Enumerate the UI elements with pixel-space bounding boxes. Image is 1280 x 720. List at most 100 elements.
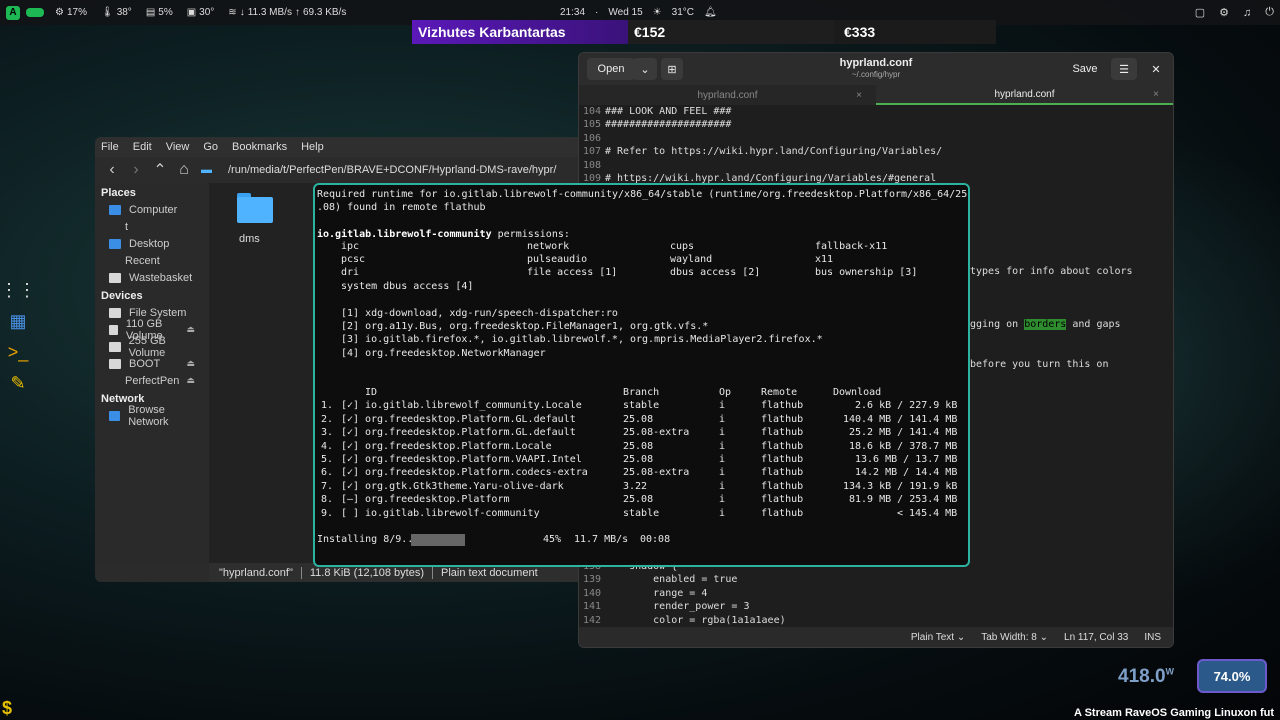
close-icon[interactable]: × xyxy=(856,90,862,101)
folder-icon[interactable] xyxy=(237,193,273,223)
perm-cell: wayland xyxy=(670,254,713,265)
sidebar-item-boot[interactable]: BOOT ⏏ xyxy=(95,355,209,372)
cursor-position[interactable]: Ln 117, Col 33 xyxy=(1064,632,1128,643)
cell-op: i xyxy=(719,454,726,465)
back-arrow-icon[interactable]: ‹ xyxy=(105,161,119,179)
terminal-line: Required runtime for io.gitlab.librewolf… xyxy=(317,189,968,200)
arch-logo-icon[interactable]: A xyxy=(6,5,20,20)
cell-dl: 18.6 kB / 378.7 MB xyxy=(849,440,958,452)
language-selector[interactable]: Plain Text ⌄ xyxy=(911,632,965,643)
sidebar-item-label: Desktop xyxy=(129,237,170,250)
cell-num: 8. xyxy=(321,494,334,506)
sidebar-item-label: PerfectPen xyxy=(125,374,180,387)
sidebar-item-255gb[interactable]: 255 GB Volume xyxy=(95,335,209,359)
text-editor-icon[interactable]: ✎ xyxy=(10,373,25,394)
settings-icon[interactable]: ⚙ xyxy=(1219,6,1229,19)
clock-time[interactable]: 21:34 xyxy=(560,7,585,18)
line-text: # Refer to https://wiki.hypr.land/Config… xyxy=(605,146,943,158)
line-text: ### LOOK AND FEEL ### xyxy=(605,106,732,117)
menu-view[interactable]: View xyxy=(166,141,190,153)
terminal-window[interactable]: Required runtime for io.gitlab.librewolf… xyxy=(313,183,970,567)
sidebar-item-desktop[interactable]: Desktop xyxy=(95,235,209,252)
sidebar-item-recent[interactable]: Recent xyxy=(95,252,209,269)
tab-hyprland-conf-1[interactable]: hyprland.conf × xyxy=(579,85,876,105)
line-number: 105 xyxy=(582,119,601,131)
app-id: io.gitlab.librewolf-community xyxy=(317,229,492,240)
cell-op: i xyxy=(719,400,726,412)
cell-remote: flathub xyxy=(761,454,804,465)
installing-status: Installing 8/9... xyxy=(317,534,420,545)
location-path[interactable]: /run/media/t/PerfectPen/BRAVE+DCONF/Hypr… xyxy=(228,164,556,176)
eject-icon[interactable]: ⏏ xyxy=(186,375,195,386)
tab-width-selector[interactable]: Tab Width: 8 ⌄ xyxy=(981,632,1048,643)
upload-arrow-icon: ↑ xyxy=(294,7,300,18)
sidebar-item-label: Browse Network xyxy=(128,403,169,428)
watts-value: 418.0 xyxy=(1118,666,1166,687)
cell-id: org.freedesktop.Platform.GL.default xyxy=(365,427,576,439)
bell-icon[interactable]: 🔔︎ xyxy=(704,7,717,18)
status-size: 11.8 KiB (12,108 bytes) xyxy=(309,566,425,579)
forward-arrow-icon[interactable]: › xyxy=(129,161,143,179)
code-fragment-borders: gging on borders and gaps xyxy=(970,318,1121,331)
terminal-icon[interactable]: >_ xyxy=(8,342,29,363)
perm-note: [1] xdg-download, xdg-run/speech-dispatc… xyxy=(341,308,618,319)
cell-remote: flathub xyxy=(761,427,804,439)
perm-cell: dri xyxy=(341,267,360,278)
cell-op: i xyxy=(719,494,726,506)
menu-file[interactable]: File xyxy=(101,141,119,153)
cell-remote: flathub xyxy=(761,494,804,506)
power-draw: 418.0W xyxy=(1118,666,1174,688)
perm-note: [3] io.gitlab.firefox.*, io.gitlab.libre… xyxy=(341,334,823,345)
sidebar-item-home[interactable]: t xyxy=(95,218,209,235)
cell-id: org.freedesktop.Platform.GL.default xyxy=(365,413,576,425)
cell-remote: flathub xyxy=(761,467,804,479)
menu-go[interactable]: Go xyxy=(203,141,218,153)
download-speed: 11.7 MB/s xyxy=(574,534,629,545)
volume-icon[interactable]: ♫ xyxy=(1243,7,1251,19)
sidebar-item-computer[interactable]: Computer xyxy=(95,201,209,218)
menu-bookmarks[interactable]: Bookmarks xyxy=(232,141,287,153)
clock-date[interactable]: Wed 15 xyxy=(608,7,642,18)
sidebar-item-perfectpen[interactable]: PerfectPen ⏏ xyxy=(95,372,209,389)
price-banner: Vizhutes Karbantartas €152 €333 xyxy=(412,20,996,44)
permissions-label: permissions: xyxy=(491,229,570,240)
cell-op: i xyxy=(719,480,726,492)
cell-id: org.freedesktop.Platform.codecs-extra xyxy=(365,467,588,479)
sidebar-item-wastebasket[interactable]: Wastebasket xyxy=(95,269,209,286)
close-icon[interactable]: × xyxy=(1153,89,1159,100)
sidebar: Places Computer t Desktop Recent Wasteba… xyxy=(95,183,209,563)
cell-id: org.gtk.Gtk3theme.Yaru-olive-dark xyxy=(365,480,564,492)
hamburger-icon: ☰ xyxy=(1119,63,1129,76)
tab-hyprland-conf-2[interactable]: hyprland.conf × xyxy=(876,85,1173,105)
home-icon[interactable]: ⌂ xyxy=(177,161,191,179)
up-arrow-icon[interactable]: ⌃ xyxy=(153,160,167,180)
flatpak-icon[interactable]: ▦ xyxy=(9,311,26,332)
cell-remote: flathub xyxy=(761,400,804,412)
clipboard-icon[interactable]: ▢ xyxy=(1195,6,1205,19)
cell-chk: [✓] xyxy=(341,440,360,452)
cell-remote: flathub xyxy=(761,480,804,492)
cell-branch: stable xyxy=(623,400,660,412)
sidebar-item-browse-network[interactable]: Browse Network xyxy=(95,404,209,428)
cell-dl: < 145.4 MB xyxy=(897,507,958,519)
eject-icon[interactable]: ⏏ xyxy=(186,358,195,369)
code-fragment: types for info about colors xyxy=(970,266,1133,277)
folder-label[interactable]: dms xyxy=(239,233,260,245)
apps-grid-icon[interactable]: ⋮⋮ xyxy=(0,280,36,301)
menu-help[interactable]: Help xyxy=(301,141,324,153)
eject-icon[interactable]: ⏏ xyxy=(186,324,195,335)
cpu-usage: ⚙ 17% xyxy=(48,7,94,18)
save-label: Save xyxy=(1072,63,1098,75)
sidebar-item-label: 255 GB Volume xyxy=(128,334,166,359)
close-button[interactable]: ✕ xyxy=(1145,58,1167,80)
cell-dl: 14.2 MB / 14.4 MB xyxy=(855,467,958,479)
menu-edit[interactable]: Edit xyxy=(133,141,152,153)
code-line: 107 # Refer to https://wiki.hypr.land/Con… xyxy=(579,145,1173,158)
weather-value[interactable]: 31°C xyxy=(672,7,694,18)
menu-button[interactable]: ☰ xyxy=(1111,58,1137,80)
cell-id: org.freedesktop.Platform.VAAPI.Intel xyxy=(365,454,582,465)
save-button[interactable]: Save xyxy=(1067,58,1103,80)
power-icon[interactable]: ⏻ xyxy=(1265,6,1274,19)
cell-dl: 81.9 MB / 253.4 MB xyxy=(849,494,958,506)
progress-percent: 45% xyxy=(543,534,562,545)
